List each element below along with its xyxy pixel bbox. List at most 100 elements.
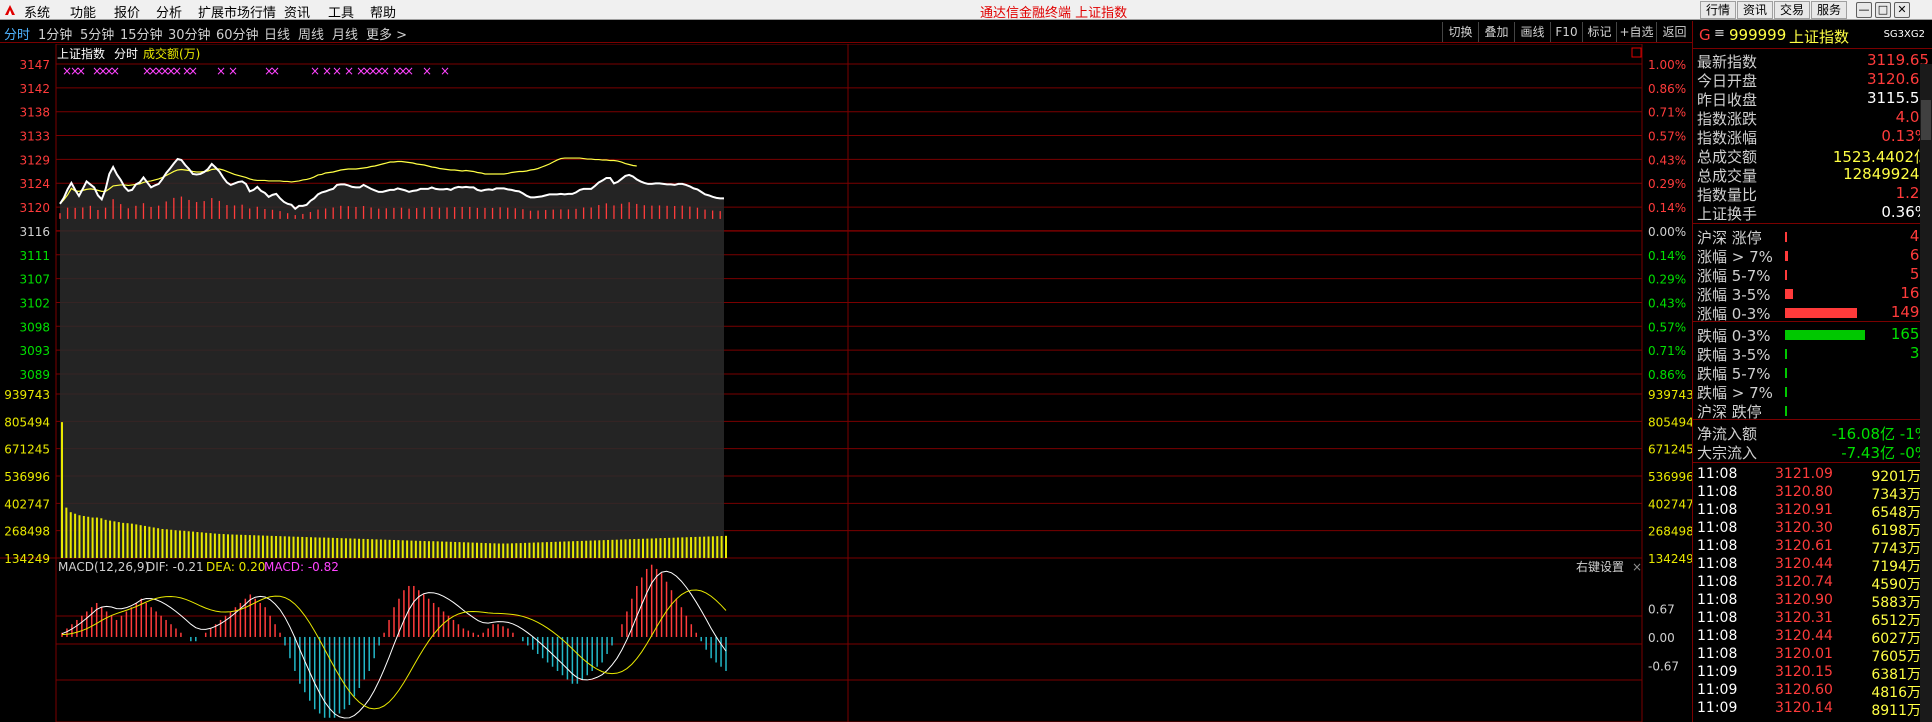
top-news-button[interactable]: 资讯 — [1737, 1, 1773, 19]
menu-function[interactable]: 功能 — [70, 2, 96, 21]
draw-line-button[interactable]: 画线 — [1514, 22, 1550, 42]
menu-analysis[interactable]: 分析 — [156, 2, 182, 21]
back-button[interactable]: 返回 — [1656, 22, 1692, 42]
quote-scrollbar[interactable] — [1920, 64, 1932, 722]
tick-price: 3121.09 — [1775, 466, 1833, 482]
volume-left-tick: 939743 — [4, 388, 50, 402]
mark-button[interactable]: 标记 — [1582, 22, 1616, 42]
advance-row-bar — [1785, 289, 1793, 299]
overlay-button[interactable]: 叠加 — [1478, 22, 1514, 42]
menu-system[interactable]: 系统 — [24, 2, 50, 21]
price-right-tick: 0.29% — [1648, 177, 1686, 191]
advance-row: 涨幅 5-7%57 — [1697, 265, 1929, 285]
tick-row[interactable]: 11:08 3120.90 5883万 — [1697, 592, 1929, 611]
menu-news[interactable]: 资讯 — [284, 2, 310, 21]
advance-row-bar — [1785, 251, 1789, 261]
period-monthly-tab[interactable]: 月线 — [332, 24, 358, 43]
decline-row-bar — [1785, 330, 1865, 340]
top-market-button[interactable]: 行情 — [1700, 1, 1736, 19]
tick-time: 11:08 — [1697, 502, 1738, 518]
price-right-tick: 0.14% — [1648, 249, 1686, 263]
quote-label: 昨日收盘 — [1697, 91, 1758, 109]
signal-marker-icon: × — [216, 64, 226, 78]
period-daily-tab[interactable]: 日线 — [264, 24, 290, 43]
quote-panel: G ≡ 999999 上证指数 SG3XG2 最新指数 3119.65 今日开盘 31… — [1692, 21, 1932, 722]
macd-tick: 0.00 — [1648, 631, 1675, 645]
tick-volume: 9201万 — [1871, 469, 1921, 485]
tick-row[interactable]: 11:08 3121.09 9201万 — [1697, 466, 1929, 485]
period-1min-tab[interactable]: 1分钟 — [38, 24, 72, 43]
tick-row[interactable]: 11:08 3120.44 7194万 — [1697, 556, 1929, 575]
quote-label: 指数量比 — [1697, 186, 1758, 204]
price-right-tick: 0.43% — [1648, 296, 1686, 310]
period-more-tab[interactable]: 更多 > — [366, 24, 407, 43]
tick-row[interactable]: 11:08 3120.91 6548万 — [1697, 502, 1929, 521]
tick-volume: 6198万 — [1871, 523, 1921, 539]
period-60min-tab[interactable]: 60分钟 — [216, 24, 259, 43]
tick-volume: 7743万 — [1871, 541, 1921, 557]
scrollbar-thumb[interactable] — [1921, 100, 1931, 140]
price-left-tick: 3133 — [19, 130, 50, 144]
app-title: 通达信金融终端 上证指数 — [980, 6, 1128, 21]
advance-row: 沪深 涨停42 — [1697, 227, 1929, 247]
signal-marker-icon: × — [332, 64, 342, 78]
add-watchlist-button[interactable]: +自选 — [1616, 22, 1656, 42]
menu-icon[interactable]: ≡ — [1714, 26, 1725, 41]
tick-row[interactable]: 11:08 3120.30 6198万 — [1697, 520, 1929, 539]
g-icon[interactable]: G — [1699, 26, 1711, 44]
tick-price: 3120.31 — [1775, 610, 1833, 626]
tick-time: 11:09 — [1697, 682, 1738, 698]
switch-button[interactable]: 切换 — [1442, 22, 1478, 42]
tick-volume: 4590万 — [1871, 577, 1921, 593]
chart-index-name: 上证指数 — [57, 46, 105, 61]
period-30min-tab[interactable]: 30分钟 — [168, 24, 211, 43]
tick-volume: 8911万 — [1871, 703, 1921, 719]
menu-tools[interactable]: 工具 — [328, 2, 354, 21]
menu-extended-market[interactable]: 扩展市场行情 — [198, 2, 276, 21]
top-service-button[interactable]: 服务 — [1811, 1, 1847, 19]
tick-row[interactable]: 11:08 3120.31 6512万 — [1697, 610, 1929, 629]
period-weekly-tab[interactable]: 周线 — [298, 24, 324, 43]
tick-row[interactable]: 11:08 3120.44 6027万 — [1697, 628, 1929, 647]
price-right-tick: 0.57% — [1648, 320, 1686, 334]
tick-price: 3120.15 — [1775, 664, 1833, 680]
period-toolbar: 分时 1分钟 5分钟 15分钟 30分钟 60分钟 日线 周线 月线 更多 > … — [0, 21, 1692, 43]
close-icon[interactable]: ✕ — [1894, 2, 1910, 18]
period-intraday-tab[interactable]: 分时 — [4, 24, 30, 43]
period-15min-tab[interactable]: 15分钟 — [120, 24, 163, 43]
maximize-icon[interactable]: □ — [1875, 2, 1891, 18]
tick-price: 3120.30 — [1775, 520, 1833, 536]
tick-volume: 7194万 — [1871, 559, 1921, 575]
tick-row[interactable]: 11:09 3120.14 8911万 — [1697, 700, 1929, 719]
tick-time: 11:08 — [1697, 520, 1738, 536]
tick-row[interactable]: 11:08 3120.61 7743万 — [1697, 538, 1929, 557]
macd-settings-link[interactable]: 右键设置 — [1576, 559, 1624, 574]
intraday-chart[interactable]: 3147 3142 3138 3133 3129 3124 3120 3116 3111 3107… — [0, 44, 1692, 722]
tick-row[interactable]: 11:08 3120.01 7605万 — [1697, 646, 1929, 665]
top-trade-button[interactable]: 交易 — [1774, 1, 1810, 19]
menu-help[interactable]: 帮助 — [370, 2, 396, 21]
chart-expand-icon[interactable] — [1631, 47, 1642, 58]
decline-row: 跌幅 3-5%30 — [1697, 344, 1929, 364]
tick-row[interactable]: 11:08 3120.74 4590万 — [1697, 574, 1929, 593]
quote-code: 999999 — [1729, 26, 1787, 44]
period-5min-tab[interactable]: 5分钟 — [80, 24, 114, 43]
flow-label: 大宗流入 — [1697, 444, 1758, 462]
divider — [1693, 462, 1932, 463]
price-right-tick: 0.86% — [1648, 368, 1686, 382]
tick-row[interactable]: 11:09 3120.60 4816万 — [1697, 682, 1929, 701]
decline-row: 跌幅 0-3% 1653 — [1697, 325, 1929, 345]
tick-row[interactable]: 11:09 3120.15 6381万 — [1697, 664, 1929, 683]
quote-row: 总成交量 128499243 — [1697, 165, 1929, 185]
tick-price: 3120.61 — [1775, 538, 1833, 554]
price-left-tick: 3102 — [19, 296, 50, 310]
menu-quote[interactable]: 报价 — [114, 2, 140, 21]
f10-button[interactable]: F10 — [1550, 22, 1582, 42]
signal-marker-icon: × — [228, 64, 238, 78]
chart-mode: 分时 — [114, 47, 138, 61]
price-left-tick: 3107 — [19, 273, 50, 287]
price-left-tick: 3147 — [19, 58, 50, 72]
macd-close-icon[interactable]: × — [1632, 560, 1642, 574]
minimize-icon[interactable]: — — [1856, 2, 1872, 18]
tick-row[interactable]: 11:08 3120.80 7343万 — [1697, 484, 1929, 503]
